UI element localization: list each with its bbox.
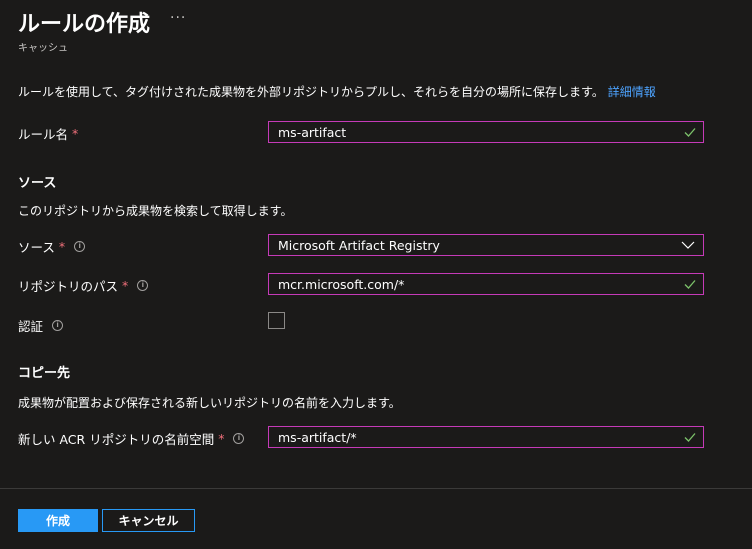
cancel-button[interactable]: キャンセル [102,509,195,532]
namespace-input[interactable]: ms-artifact/* [268,426,704,448]
source-section-description: このリポジトリから成果物を検索して取得します。 [18,204,293,218]
valid-check-icon [684,128,696,137]
rule-name-label: ルール名 * [18,124,78,143]
rule-name-value: ms-artifact [278,124,347,140]
more-options-button[interactable]: ··· [170,10,186,26]
namespace-label: 新しい ACR リポジトリの名前空間 * i [18,429,245,448]
auth-label: 認証 i [18,316,64,335]
intro-text: ルールを使用して、タグ付けされた成果物を外部リポジトリからプルし、それらを自分の… [18,83,656,100]
intro-description: ルールを使用して、タグ付けされた成果物を外部リポジトリからプルし、それらを自分の… [18,85,604,99]
rule-name-input[interactable]: ms-artifact [268,121,704,143]
info-icon[interactable]: i [74,241,86,252]
auth-label-text: 認証 [18,319,44,334]
chevron-down-icon [681,241,695,249]
source-dropdown-value: Microsoft Artifact Registry [278,237,440,253]
info-icon[interactable]: i [137,280,149,291]
source-label: ソース * i [18,237,86,256]
repo-path-label-text: リポジトリのパス [18,279,119,294]
source-label-text: ソース [18,240,55,255]
create-button[interactable]: 作成 [18,509,98,532]
repo-path-input[interactable]: mcr.microsoft.com/* [268,273,704,295]
namespace-label-text: 新しい ACR リポジトリの名前空間 [18,432,215,447]
rule-name-label-text: ルール名 [18,127,69,142]
destination-section-description: 成果物が配置および保存される新しいリポジトリの名前を入力します。 [18,396,401,410]
namespace-value: ms-artifact/* [278,429,357,445]
required-asterisk: * [72,126,79,141]
source-dropdown[interactable]: Microsoft Artifact Registry [268,234,704,256]
required-asterisk: * [58,239,66,254]
source-section-heading: ソース [18,176,57,191]
learn-more-link[interactable]: 詳細情報 [608,85,656,99]
info-icon[interactable]: i [233,433,245,444]
footer-divider [0,488,752,489]
repo-path-value: mcr.microsoft.com/* [278,276,405,292]
page-subtitle: キャッシュ [18,43,68,54]
valid-check-icon [684,433,696,442]
destination-section-heading: コピー先 [18,366,71,381]
repo-path-label: リポジトリのパス * i [18,276,149,295]
info-icon[interactable]: i [52,320,64,331]
valid-check-icon [684,280,696,289]
page-title: ルールの作成 [18,12,151,37]
required-asterisk: * [122,278,129,293]
required-asterisk: * [218,431,225,446]
auth-checkbox[interactable] [268,312,285,329]
